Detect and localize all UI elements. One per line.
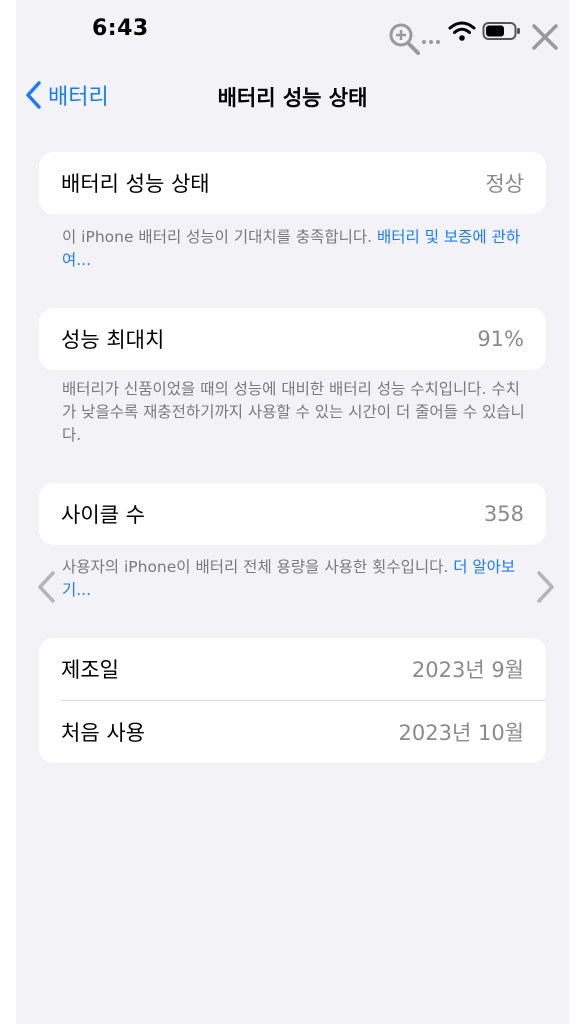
close-icon[interactable] <box>530 22 560 52</box>
manufacture-date-row: 제조일 2023년 9월 <box>39 638 546 700</box>
manufacture-date-label: 제조일 <box>61 658 119 682</box>
max-capacity-footnote: 배터리가 신품이었을 때의 성능에 대비한 배터리 성능 수치입니다. 수치가 … <box>62 378 527 447</box>
navigation-bar: 배터리 배터리 성능 상태 <box>16 66 569 126</box>
chevron-right-icon[interactable] <box>534 570 558 604</box>
max-capacity-label: 성능 최대치 <box>61 328 165 352</box>
cycle-count-card: 사이클 수 358 <box>39 483 546 545</box>
max-capacity-value: 91% <box>477 327 524 351</box>
cycle-count-value: 358 <box>483 502 524 526</box>
wifi-icon <box>448 21 476 41</box>
max-capacity-card: 성능 최대치 91% <box>39 308 546 370</box>
manufacture-date-value: 2023년 9월 <box>411 658 524 682</box>
page-title: 배터리 성능 상태 <box>217 86 368 110</box>
cycle-count-footnote-text: 사용자의 iPhone이 배터리 전체 용량을 사용한 횟수입니다. <box>62 558 454 576</box>
dates-card: 제조일 2023년 9월 처음 사용 2023년 10월 <box>39 638 546 763</box>
status-time: 6:43 <box>92 16 149 41</box>
cycle-count-footnote: 사용자의 iPhone이 배터리 전체 용량을 사용한 횟수입니다. 더 알아보… <box>62 556 527 602</box>
battery-health-footnote-text: 이 iPhone 배터리 성능이 기대치를 충족합니다. <box>62 228 377 246</box>
max-capacity-row: 성능 최대치 91% <box>39 308 546 370</box>
zoom-icon[interactable] <box>386 22 440 56</box>
max-capacity-footnote-text: 배터리가 신품이었을 때의 성능에 대비한 배터리 성능 수치입니다. 수치가 … <box>62 380 525 444</box>
battery-health-label: 배터리 성능 상태 <box>61 172 210 196</box>
battery-health-footnote: 이 iPhone 배터리 성능이 기대치를 충족합니다. 배터리 및 보증에 관… <box>62 226 527 272</box>
battery-health-value: 정상 <box>485 172 524 196</box>
chevron-left-icon[interactable] <box>34 570 58 604</box>
cycle-count-label: 사이클 수 <box>61 503 145 527</box>
battery-health-card: 배터리 성능 상태 정상 <box>39 152 546 214</box>
first-use-label: 처음 사용 <box>61 721 145 745</box>
battery-icon <box>482 22 520 40</box>
status-bar: 6:43 <box>16 0 569 62</box>
battery-health-row: 배터리 성능 상태 정상 <box>39 152 546 214</box>
settings-screen: 6:43 배터리 배터리 성능 상태 배터리 성능 상태 정상 이 iPhone… <box>16 0 569 1024</box>
first-use-value: 2023년 10월 <box>398 721 524 745</box>
cycle-count-row: 사이클 수 358 <box>39 483 546 545</box>
first-use-row: 처음 사용 2023년 10월 <box>39 701 546 763</box>
